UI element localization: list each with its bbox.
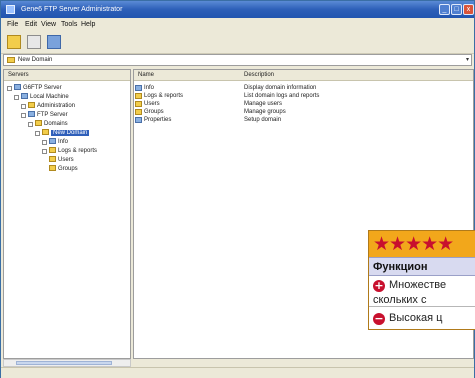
scrollbar-thumb[interactable]: [16, 361, 112, 365]
item-name: Properties: [144, 117, 172, 123]
properties-icon: [135, 117, 142, 123]
expand-toggle[interactable]: [42, 140, 47, 145]
folder-icon: [35, 120, 42, 127]
folder-icon: [135, 93, 142, 99]
pros-section: + Множестве скольких с: [369, 276, 475, 307]
star-rating: ★★★★★: [369, 231, 475, 257]
item-description: Setup domain: [244, 117, 282, 123]
list-item[interactable]: Logs & reports List domain logs and repo…: [134, 92, 473, 100]
server-tree[interactable]: Servers G6FTP Server Local Machine Admin…: [3, 69, 131, 359]
folder-icon: [42, 129, 49, 136]
close-button[interactable]: x: [463, 4, 474, 15]
expand-toggle[interactable]: [35, 131, 40, 136]
expand-toggle[interactable]: [42, 149, 47, 154]
item-description: Manage users: [244, 101, 283, 107]
tree-node-local-machine[interactable]: Local Machine: [21, 93, 69, 101]
rating-panel: ★★★★★ Функцион + Множестве скольких с − …: [368, 230, 475, 330]
item-description: Manage groups: [244, 109, 286, 115]
pro-line-2: скольких с: [373, 294, 427, 306]
title-bar: Gene6 FTP Server Administrator _ □ x: [1, 1, 474, 18]
folder-icon: [135, 109, 142, 115]
rating-title: Функцион: [369, 257, 475, 276]
info-icon: [49, 138, 56, 145]
list-item[interactable]: Properties Setup domain: [134, 116, 473, 124]
menu-file[interactable]: File: [7, 18, 18, 31]
tree-node-server[interactable]: G6FTP Server: [14, 84, 62, 92]
list-item[interactable]: Info Display domain information: [134, 84, 473, 92]
tree-node-info[interactable]: Info: [49, 138, 68, 146]
toolbar: [1, 31, 474, 54]
expand-toggle[interactable]: [21, 113, 26, 118]
folder-icon: [49, 165, 56, 172]
maximize-button[interactable]: □: [451, 4, 462, 15]
tree-node-label: G6FTP Server: [23, 85, 62, 91]
cons-section: − Высокая ц: [369, 307, 475, 329]
tree-node-label: Groups: [58, 166, 78, 172]
item-description: List domain logs and reports: [244, 93, 320, 99]
minimize-button[interactable]: _: [439, 4, 450, 15]
tree-node-label: Info: [58, 139, 69, 145]
tree-header-label: Servers: [8, 72, 29, 78]
open-folder-icon[interactable]: [7, 35, 21, 49]
refresh-icon[interactable]: [27, 35, 41, 49]
expand-toggle[interactable]: [28, 122, 33, 127]
folder-icon: [7, 57, 15, 63]
item-name: Logs & reports: [144, 93, 184, 99]
status-bar: [1, 367, 474, 378]
folder-icon: [135, 101, 142, 107]
tree-node-label: Domains: [44, 121, 68, 127]
list-header: Name Description: [134, 70, 473, 81]
info-icon: [135, 85, 142, 91]
menu-tools[interactable]: Tools: [61, 18, 77, 31]
address-value: New Domain: [18, 57, 53, 63]
tree-node-users[interactable]: Users: [49, 156, 74, 164]
tree-node-label: Logs & reports: [58, 148, 98, 154]
con-line-1: Высокая ц: [389, 312, 443, 324]
expand-toggle[interactable]: [21, 104, 26, 109]
pro-line-1: Множестве: [389, 279, 447, 291]
tree-node-label: Administration: [37, 103, 76, 109]
window-title: Gene6 FTP Server Administrator: [21, 6, 123, 13]
server-icon: [28, 111, 35, 118]
tree-node-label: Local Machine: [30, 94, 69, 100]
item-name: Info: [144, 85, 155, 91]
list-item[interactable]: Groups Manage groups: [134, 108, 473, 116]
computer-icon: [21, 93, 28, 100]
menu-edit[interactable]: Edit: [25, 18, 37, 31]
plus-icon: +: [373, 279, 385, 292]
tree-node-logs[interactable]: Logs & reports: [49, 147, 97, 155]
folder-icon: [49, 156, 56, 163]
expand-toggle[interactable]: [7, 86, 12, 91]
item-description: Display domain information: [244, 85, 317, 91]
tree-node-ftp-server[interactable]: FTP Server: [28, 111, 68, 119]
tree-node-administration[interactable]: Administration: [28, 102, 75, 110]
tree-node-new-domain[interactable]: New Domain: [42, 129, 90, 137]
tree-node-label: Users: [58, 157, 74, 163]
chevron-down-icon[interactable]: ▾: [466, 55, 469, 65]
item-name: Users: [144, 101, 160, 107]
server-icon: [14, 84, 21, 91]
menu-view[interactable]: View: [41, 18, 56, 31]
column-header-description[interactable]: Description: [244, 70, 274, 80]
tree-header: Servers: [4, 70, 130, 81]
column-header-name[interactable]: Name: [138, 70, 154, 80]
tree-node-label: FTP Server: [37, 112, 68, 118]
app-icon: [6, 5, 15, 14]
folder-icon: [49, 147, 56, 154]
menu-bar: File Edit View Tools Help: [1, 18, 474, 31]
tree-node-domains[interactable]: Domains: [35, 120, 68, 128]
folder-icon: [28, 102, 35, 109]
menu-help[interactable]: Help: [81, 18, 95, 31]
item-name: Groups: [144, 109, 164, 115]
tree-node-label-selected: New Domain: [51, 130, 90, 136]
minus-icon: −: [373, 312, 385, 325]
list-item[interactable]: Users Manage users: [134, 100, 473, 108]
tree-horizontal-scrollbar[interactable]: [3, 359, 131, 367]
properties-icon[interactable]: [47, 35, 61, 49]
address-bar[interactable]: New Domain ▾: [3, 54, 472, 66]
tree-node-groups[interactable]: Groups: [49, 165, 78, 173]
expand-toggle[interactable]: [14, 95, 19, 100]
